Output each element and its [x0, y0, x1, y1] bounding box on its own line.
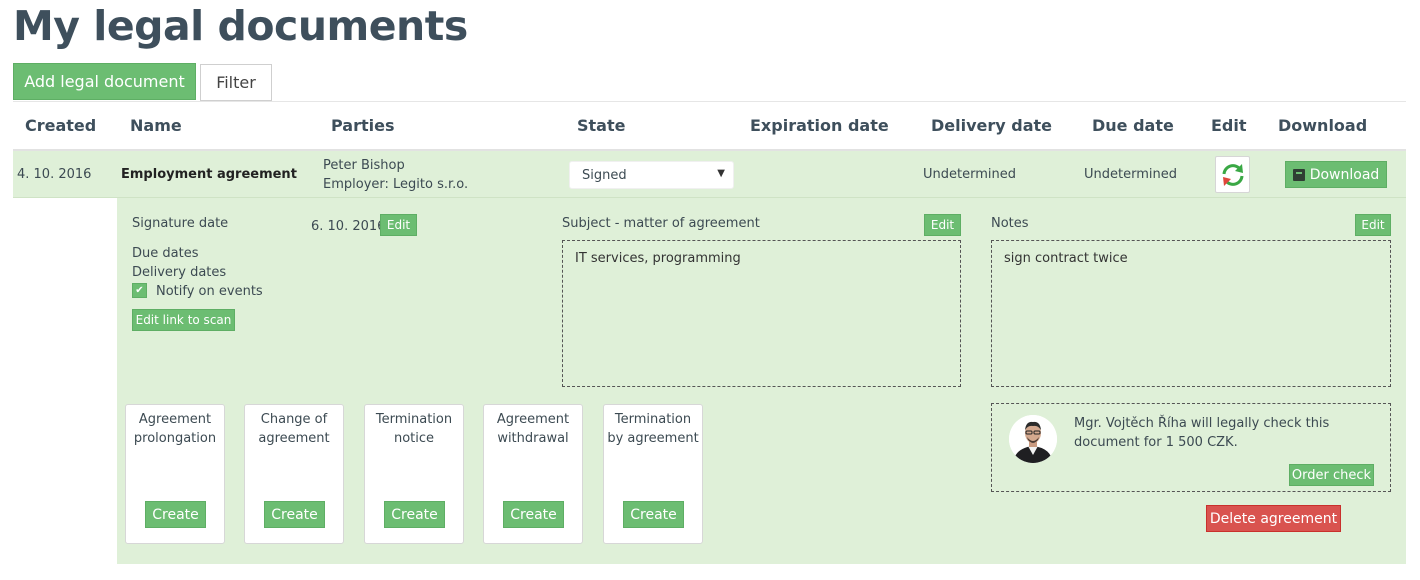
state-select[interactable]: Signed ▼: [569, 161, 734, 189]
action-card-title: Termination by agreement: [607, 412, 699, 446]
create-withdrawal-button[interactable]: Create: [503, 501, 564, 528]
lawyer-avatar: [1009, 415, 1057, 463]
action-card-prolongation: Agreement prolongation Create: [125, 404, 225, 544]
subject-label: Subject - matter of agreement: [562, 216, 760, 231]
page-title: My legal documents: [13, 2, 468, 50]
delivery-date: Undetermined: [923, 167, 1016, 182]
notes-label: Notes: [991, 216, 1029, 231]
create-termination-by-agreement-button[interactable]: Create: [623, 501, 684, 528]
header-delivery-date[interactable]: Delivery date: [931, 116, 1052, 135]
header-state[interactable]: State: [577, 116, 625, 135]
signature-date-value: 6. 10. 2016: [311, 219, 386, 234]
person-icon: [1009, 415, 1057, 463]
header-name[interactable]: Name: [130, 116, 182, 135]
delivery-dates-label[interactable]: Delivery dates: [132, 265, 226, 280]
notify-label: Notify on events: [156, 284, 263, 299]
create-prolongation-button[interactable]: Create: [145, 501, 206, 528]
lawyer-check-box: Mgr. Vojtěch Říha will legally check thi…: [991, 403, 1391, 492]
notes-textbox[interactable]: sign contract twice: [991, 240, 1391, 387]
check-icon: ✔: [135, 285, 144, 296]
action-card-change: Change of agreement Create: [244, 404, 344, 544]
due-date: Undetermined: [1084, 167, 1177, 182]
download-label: Download: [1309, 166, 1380, 183]
edit-signature-date-button[interactable]: Edit: [380, 214, 417, 236]
edit-subject-button[interactable]: Edit: [924, 214, 961, 236]
chevron-down-icon: ▼: [717, 168, 725, 179]
toolbar-divider: [13, 101, 1406, 102]
header-edit: Edit: [1211, 116, 1247, 135]
action-card-title: Agreement withdrawal: [496, 412, 570, 446]
action-card-title: Change of agreement: [258, 412, 330, 446]
created-date: 4. 10. 2016: [17, 167, 92, 182]
header-created[interactable]: Created: [25, 116, 96, 135]
notify-checkbox[interactable]: ✔: [132, 283, 147, 298]
archive-icon: [1292, 168, 1305, 181]
header-expiration-date[interactable]: Expiration date: [750, 116, 889, 135]
create-change-button[interactable]: Create: [264, 501, 325, 528]
add-legal-document-button[interactable]: Add legal document: [13, 63, 196, 100]
edit-link-to-scan-button[interactable]: Edit link to scan: [132, 309, 235, 331]
header-parties[interactable]: Parties: [331, 116, 395, 135]
action-card-termination-notice: Termination notice Create: [364, 404, 464, 544]
order-check-button[interactable]: Order check: [1289, 464, 1374, 486]
action-card-title: Termination notice: [375, 412, 453, 446]
due-dates-label[interactable]: Due dates: [132, 246, 198, 261]
party-employee: Peter Bishop: [323, 158, 405, 173]
party-employer: Employer: Legito s.r.o.: [323, 177, 469, 192]
action-card-termination-by-agreement: Termination by agreement Create: [603, 404, 703, 544]
download-button[interactable]: Download: [1285, 161, 1387, 188]
create-termination-notice-button[interactable]: Create: [384, 501, 445, 528]
header-download: Download: [1278, 116, 1368, 135]
delete-agreement-button[interactable]: Delete agreement: [1206, 505, 1341, 532]
state-select-value: Signed: [582, 167, 627, 183]
edit-document-button[interactable]: [1215, 156, 1250, 193]
refresh-icon: [1222, 163, 1243, 186]
edit-notes-button[interactable]: Edit: [1355, 214, 1391, 236]
subject-textbox[interactable]: IT services, programming: [562, 240, 961, 387]
signature-date-label: Signature date: [132, 216, 229, 231]
header-due-date[interactable]: Due date: [1092, 116, 1174, 135]
lawyer-offer-text: Mgr. Vojtěch Říha will legally check thi…: [1074, 416, 1330, 450]
document-name[interactable]: Employment agreement: [121, 167, 297, 182]
action-card-title: Agreement prolongation: [133, 412, 217, 446]
action-card-withdrawal: Agreement withdrawal Create: [483, 404, 583, 544]
filter-button[interactable]: Filter: [200, 64, 272, 101]
